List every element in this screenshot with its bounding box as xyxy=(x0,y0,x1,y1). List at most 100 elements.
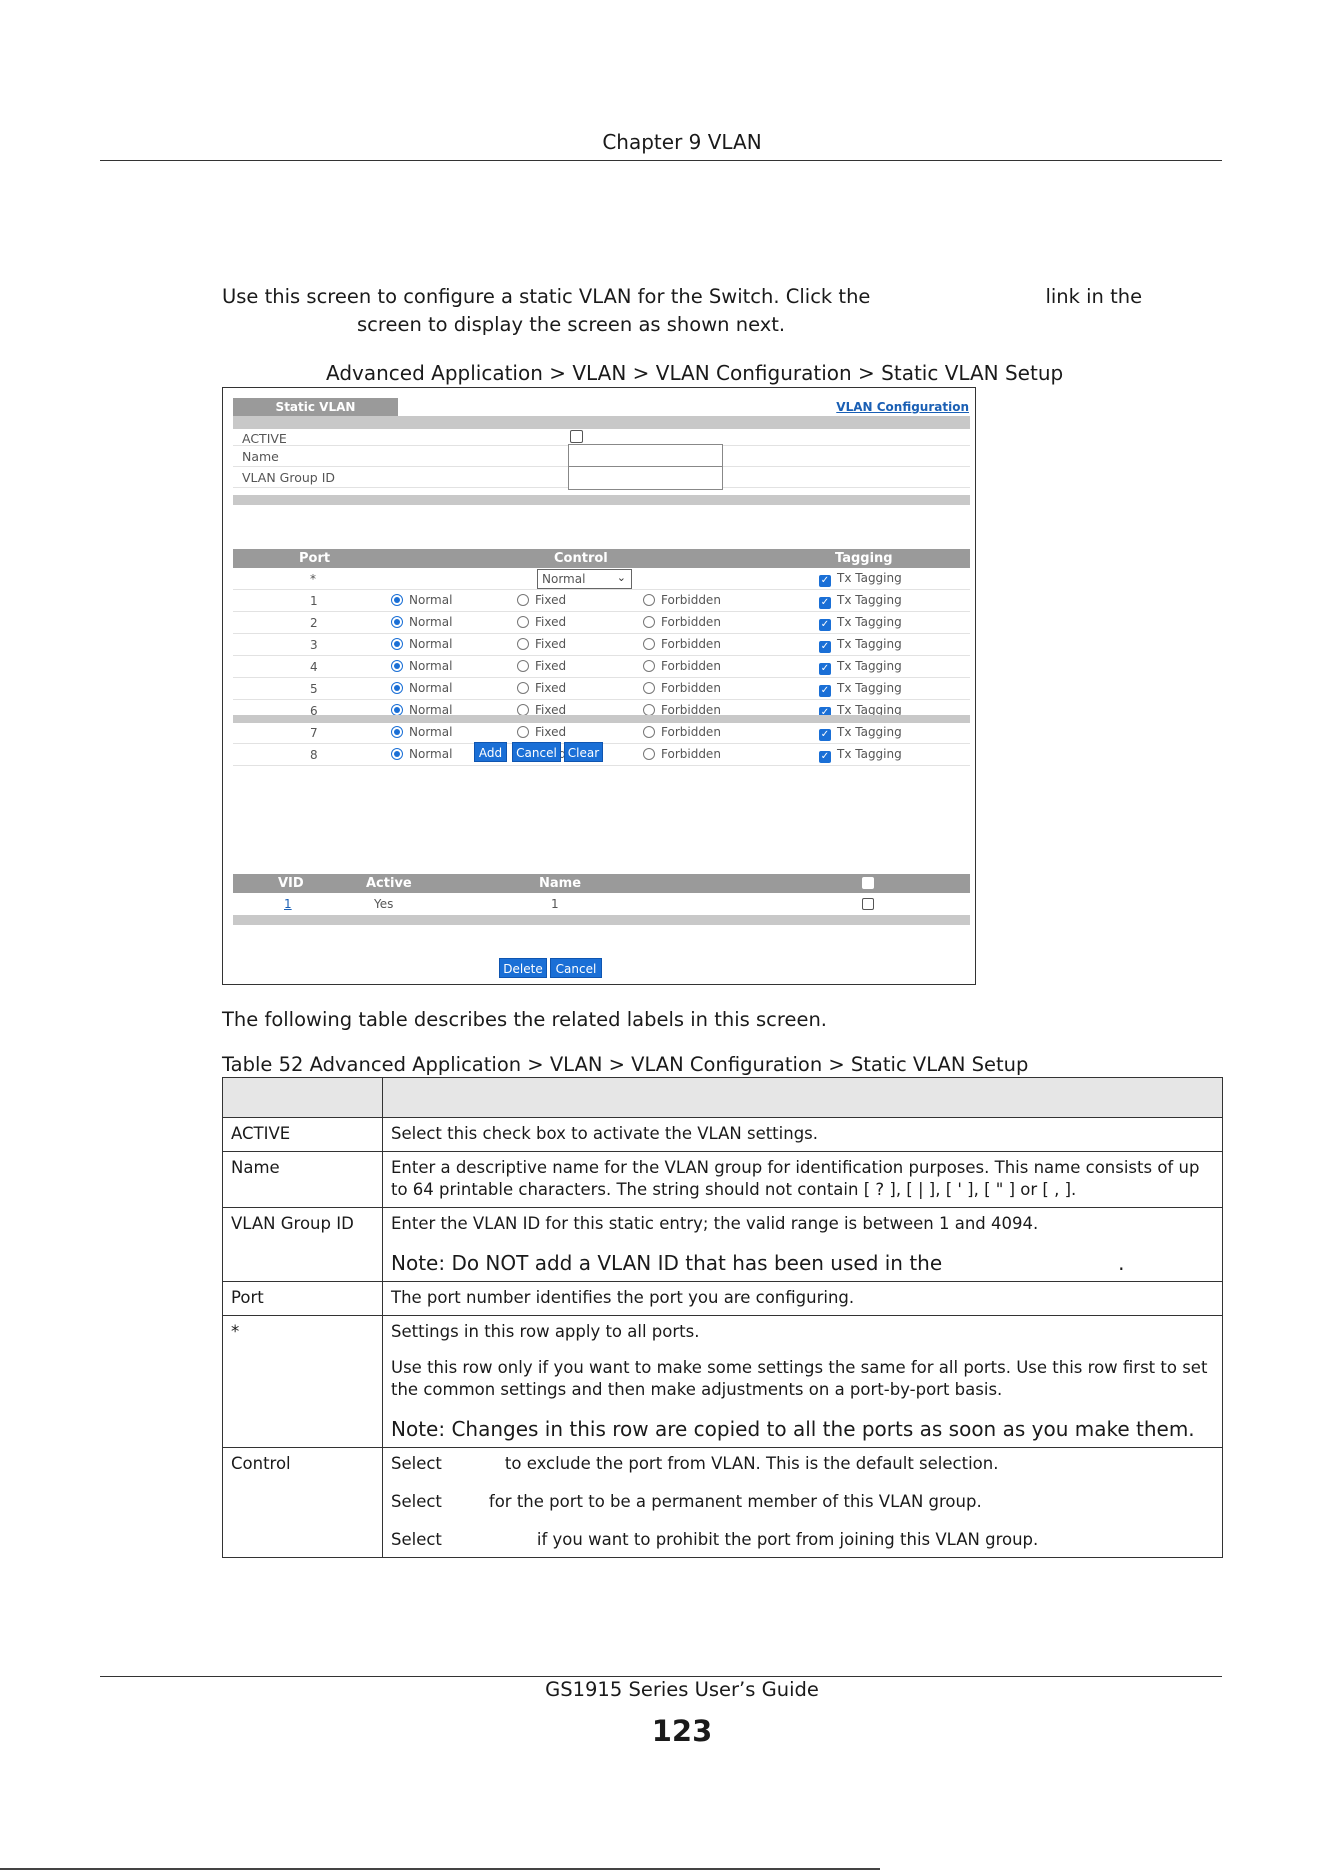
forbidden-option[interactable]: Forbidden xyxy=(643,747,721,761)
row-label: Port xyxy=(222,1281,383,1316)
fixed-radio[interactable] xyxy=(517,726,529,738)
fixed-label: Fixed xyxy=(535,637,567,651)
group-id-label: VLAN Group ID xyxy=(242,470,336,485)
fixed-option[interactable]: Fixed xyxy=(517,659,566,673)
normal-option[interactable]: Normal xyxy=(391,659,452,673)
fixed-option[interactable]: Fixed xyxy=(517,637,566,651)
forbidden-option[interactable]: Forbidden xyxy=(643,659,721,673)
control-line-3: Select if you want to prohibit the port f… xyxy=(391,1529,1214,1551)
tx-tagging-checkbox[interactable]: ✓ xyxy=(819,641,831,653)
active-checkbox[interactable] xyxy=(570,430,583,443)
tx-tagging-option[interactable]: ✓ Tx Tagging xyxy=(819,593,902,609)
forbidden-option[interactable]: Forbidden xyxy=(643,637,721,651)
vid-link[interactable]: 1 xyxy=(284,897,292,911)
normal-option[interactable]: Normal xyxy=(391,615,452,629)
port-number: 7 xyxy=(310,726,318,740)
tx-tagging-checkbox[interactable]: ✓ xyxy=(819,575,831,587)
tx-tagging-option[interactable]: ✓ Tx Tagging xyxy=(819,725,902,741)
normal-radio[interactable] xyxy=(391,660,403,672)
normal-option[interactable]: Normal xyxy=(391,681,452,695)
forbidden-radio[interactable] xyxy=(643,682,655,694)
fixed-label: Fixed xyxy=(535,725,567,739)
normal-radio[interactable] xyxy=(391,594,403,606)
normal-radio[interactable] xyxy=(391,638,403,650)
cancel-button-2[interactable]: Cancel xyxy=(550,958,602,978)
fixed-radio[interactable] xyxy=(517,682,529,694)
row-label: VLAN Group ID xyxy=(222,1207,383,1282)
footer-rule xyxy=(100,1676,1222,1677)
normal-label: Normal xyxy=(409,637,453,651)
name-input[interactable] xyxy=(568,444,723,468)
row-description: Enter a descriptive name for the VLAN gr… xyxy=(382,1151,1223,1208)
forbidden-option[interactable]: Forbidden xyxy=(643,725,721,739)
table-row: Control Select to exclude the port from V… xyxy=(222,1447,1223,1558)
port-number: 2 xyxy=(310,616,318,630)
fixed-radio[interactable] xyxy=(517,638,529,650)
select-word: Select xyxy=(391,1492,442,1511)
normal-option[interactable]: Normal xyxy=(391,725,452,739)
control-select-value: Normal xyxy=(542,572,586,586)
intro-text-3: screen to display the screen as shown ne… xyxy=(357,313,786,336)
tx-tagging-checkbox[interactable]: ✓ xyxy=(819,597,831,609)
port-header: Port xyxy=(299,551,331,566)
fixed-option[interactable]: Fixed xyxy=(517,681,566,695)
normal-option[interactable]: Normal xyxy=(391,593,452,607)
forbidden-option[interactable]: Forbidden xyxy=(643,681,721,695)
delete-button[interactable]: Delete xyxy=(499,958,547,978)
forbidden-option[interactable]: Forbidden xyxy=(643,615,721,629)
normal-radio[interactable] xyxy=(391,682,403,694)
tx-tagging-option[interactable]: ✓ Tx Tagging xyxy=(819,659,902,675)
fixed-radio[interactable] xyxy=(517,594,529,606)
tx-tagging-option[interactable]: ✓ Tx Tagging xyxy=(819,747,902,763)
fixed-radio[interactable] xyxy=(517,616,529,628)
forbidden-label: Forbidden xyxy=(661,593,721,607)
group-id-row: VLAN Group ID xyxy=(233,466,970,490)
forbidden-radio[interactable] xyxy=(643,594,655,606)
select-all-checkbox[interactable] xyxy=(862,877,874,889)
forbidden-radio[interactable] xyxy=(643,726,655,738)
section-bar xyxy=(233,915,970,925)
port-row: 5 Normal Fixed Forbidden ✓ Tx Tagging xyxy=(233,678,970,700)
tx-tagging-checkbox[interactable]: ✓ xyxy=(819,663,831,675)
forbidden-radio[interactable] xyxy=(643,616,655,628)
normal-radio[interactable] xyxy=(391,726,403,738)
row-label: Control xyxy=(222,1447,383,1558)
chapter-header: Chapter 9 VLAN xyxy=(602,130,762,154)
cancel-button[interactable]: Cancel xyxy=(512,742,561,762)
fixed-option[interactable]: Fixed xyxy=(517,615,566,629)
tx-tagging-option[interactable]: ✓ Tx Tagging xyxy=(819,681,902,697)
forbidden-option[interactable]: Forbidden xyxy=(643,593,721,607)
forbidden-label: Forbidden xyxy=(661,747,721,761)
control-select[interactable]: Normal ⌄ xyxy=(537,569,632,589)
fixed-radio[interactable] xyxy=(517,660,529,672)
tx-tagging-checkbox[interactable]: ✓ xyxy=(819,685,831,697)
normal-radio[interactable] xyxy=(391,616,403,628)
row-label: ACTIVE xyxy=(222,1117,383,1152)
add-button[interactable]: Add xyxy=(474,742,507,762)
forbidden-radio[interactable] xyxy=(643,638,655,650)
forbidden-radio[interactable] xyxy=(643,660,655,672)
tx-tagging-option[interactable]: ✓ Tx Tagging xyxy=(819,615,902,631)
tx-tagging-checkbox[interactable]: ✓ xyxy=(819,751,831,763)
vid-header: VID xyxy=(278,876,304,891)
port-number: 1 xyxy=(310,594,318,608)
static-vlan-tab[interactable]: Static VLAN xyxy=(233,398,398,416)
normal-label: Normal xyxy=(409,659,453,673)
normal-option[interactable]: Normal xyxy=(391,637,452,651)
forbidden-radio[interactable] xyxy=(643,748,655,760)
vlan-configuration-link[interactable]: VLAN Configuration xyxy=(836,400,969,414)
clear-button[interactable]: Clear xyxy=(564,742,603,762)
normal-option[interactable]: Normal xyxy=(391,747,452,761)
group-id-input[interactable] xyxy=(568,466,723,490)
normal-radio[interactable] xyxy=(391,748,403,760)
tx-tagging-label: Tx Tagging xyxy=(837,571,902,585)
tx-tagging-option[interactable]: ✓ Tx Tagging xyxy=(819,637,902,653)
fixed-label: Fixed xyxy=(535,615,567,629)
name-header: Name xyxy=(539,876,582,891)
tx-tagging-checkbox[interactable]: ✓ xyxy=(819,729,831,741)
fixed-option[interactable]: Fixed xyxy=(517,593,566,607)
fixed-option[interactable]: Fixed xyxy=(517,725,566,739)
row-note: Note: Changes in this row are copied to … xyxy=(391,1417,1195,1441)
row-checkbox[interactable] xyxy=(862,898,874,910)
tx-tagging-checkbox[interactable]: ✓ xyxy=(819,619,831,631)
